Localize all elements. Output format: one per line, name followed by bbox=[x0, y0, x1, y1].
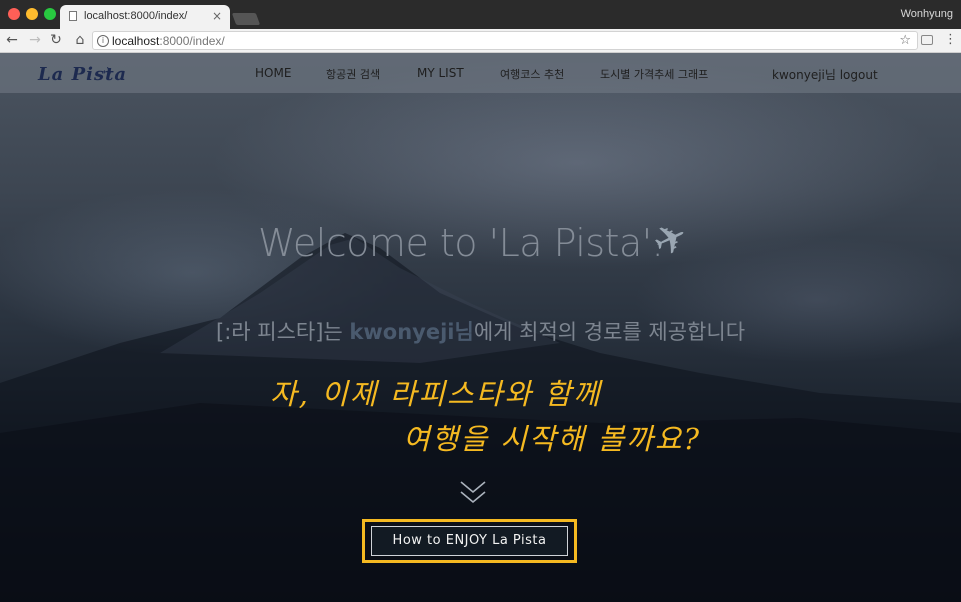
how-to-enjoy-label: How to ENJOY La Pista bbox=[371, 526, 568, 556]
more-menu-icon[interactable]: ⋮ bbox=[944, 32, 957, 47]
back-arrow-icon[interactable]: ← bbox=[4, 32, 20, 48]
double-chevron-down-icon[interactable] bbox=[459, 480, 487, 506]
nav-user-logout[interactable]: kwonyeji님 logout bbox=[772, 66, 878, 83]
site-navbar: La Pista ✈ HOME 항공권 검색 MY LIST 여행코스 추천 도… bbox=[0, 53, 961, 93]
tab-close-icon[interactable]: × bbox=[212, 9, 222, 23]
url-host: localhost bbox=[112, 34, 160, 48]
nav-home[interactable]: HOME bbox=[255, 66, 291, 80]
forward-arrow-icon[interactable]: → bbox=[27, 32, 43, 48]
home-icon[interactable]: ⌂ bbox=[72, 32, 88, 48]
subtitle-prefix: [:라 피스타]는 bbox=[216, 320, 350, 344]
nav-my-list[interactable]: MY LIST bbox=[417, 66, 464, 80]
reload-icon[interactable]: ↻ bbox=[48, 32, 64, 48]
nav-price-graph[interactable]: 도시별 가격추세 그래프 bbox=[600, 66, 708, 82]
extension-icon[interactable] bbox=[921, 35, 933, 45]
hero-subtitle: [:라 피스타]는 kwonyeji님에게 최적의 경로를 제공합니다 bbox=[216, 316, 745, 346]
bookmark-star-icon[interactable]: ☆ bbox=[899, 33, 911, 48]
address-bar[interactable]: i localhost:8000/index/ ☆ bbox=[92, 31, 918, 50]
browser-tab-bar: localhost:8000/index/ × Wonhyung bbox=[0, 0, 961, 29]
hero-title: Welcome to 'La Pista'. bbox=[258, 221, 664, 265]
page-viewport: La Pista ✈ HOME 항공권 검색 MY LIST 여행코스 추천 도… bbox=[0, 53, 961, 602]
airplane-icon: ✈ bbox=[103, 65, 115, 81]
subtitle-username: kwonyeji님 bbox=[349, 320, 474, 344]
window-close-button[interactable] bbox=[8, 8, 20, 20]
window-minimize-button[interactable] bbox=[26, 8, 38, 20]
slogan-line-1: 자, 이제 라피스타와 함께 bbox=[270, 377, 602, 411]
page-icon bbox=[69, 11, 77, 21]
nav-flight-search[interactable]: 항공권 검색 bbox=[326, 66, 380, 82]
url-text: localhost:8000/index/ bbox=[112, 34, 225, 48]
subtitle-suffix: 에게 최적의 경로를 제공합니다 bbox=[473, 320, 746, 344]
browser-tab[interactable]: localhost:8000/index/ × bbox=[60, 5, 230, 29]
how-to-enjoy-button[interactable]: How to ENJOY La Pista bbox=[362, 519, 577, 563]
tab-title: localhost:8000/index/ bbox=[84, 10, 188, 22]
nav-course-recommend[interactable]: 여행코스 추천 bbox=[500, 66, 564, 82]
browser-toolbar: ← → ↻ ⌂ i localhost:8000/index/ ☆ ⋮ bbox=[0, 29, 961, 53]
url-path: :8000/index/ bbox=[159, 34, 225, 48]
new-tab-button[interactable] bbox=[231, 13, 261, 25]
slogan-line-2: 여행을 시작해 볼까요? bbox=[403, 422, 702, 456]
window-maximize-button[interactable] bbox=[44, 8, 56, 20]
info-icon[interactable]: i bbox=[97, 35, 109, 47]
profile-name[interactable]: Wonhyung bbox=[901, 8, 953, 20]
